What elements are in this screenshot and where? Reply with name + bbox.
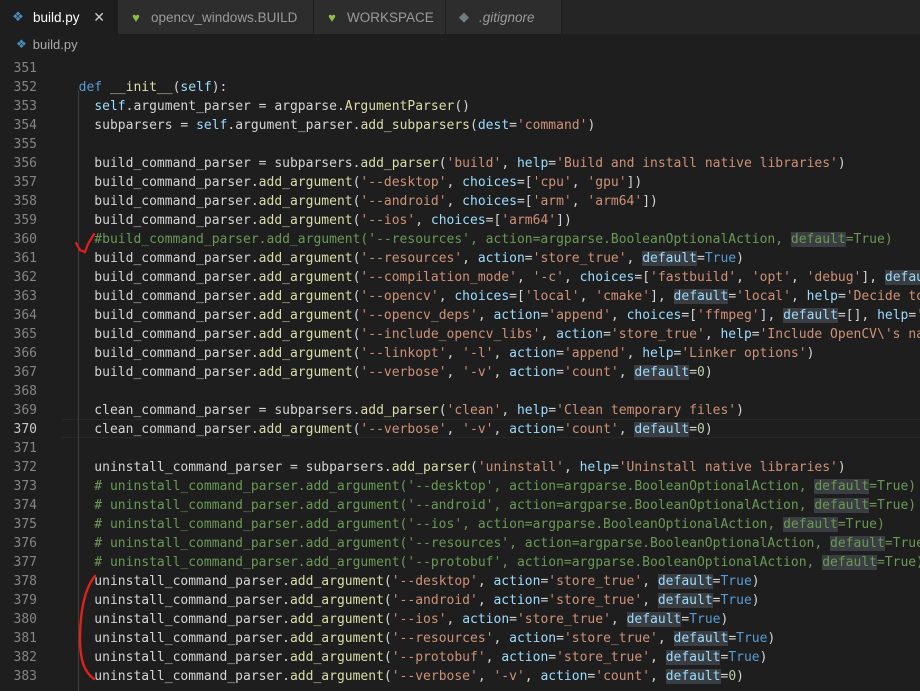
breadcrumb[interactable]: ❖ build.py — [0, 34, 920, 54]
python-file-icon: ❖ — [12, 9, 24, 24]
heart-icon: ♥ — [328, 9, 336, 25]
tab-bar: ❖ build.py ✕ ♥ opencv_windows.BUILD ♥ WORKSPAC… — [0, 0, 920, 34]
tab-gitignore[interactable]: ◆ .gitignore — [446, 0, 562, 34]
tab-build-py[interactable]: ❖ build.py ✕ — [0, 0, 118, 34]
red-bracket — [78, 574, 97, 681]
code-editor[interactable]: 351 352 def __init__(self): 353 self.argum… — [0, 54, 920, 691]
breadcrumb-file: build.py — [32, 36, 78, 52]
git-icon: ◆ — [459, 9, 469, 24]
tab-label: opencv_windows.BUILD — [151, 9, 298, 25]
close-icon[interactable]: ✕ — [93, 9, 105, 26]
tab-opencv-windows-build[interactable]: ♥ opencv_windows.BUILD — [118, 0, 314, 34]
tab-label: WORKSPACE — [347, 9, 434, 25]
red-checkmark — [74, 232, 96, 254]
tab-label: .gitignore — [479, 9, 535, 25]
python-file-icon: ❖ — [16, 37, 27, 51]
heart-icon: ♥ — [132, 9, 140, 25]
red-annotations — [74, 232, 97, 681]
tab-workspace[interactable]: ♥ WORKSPACE — [314, 0, 446, 34]
tab-label: build.py — [33, 9, 80, 25]
